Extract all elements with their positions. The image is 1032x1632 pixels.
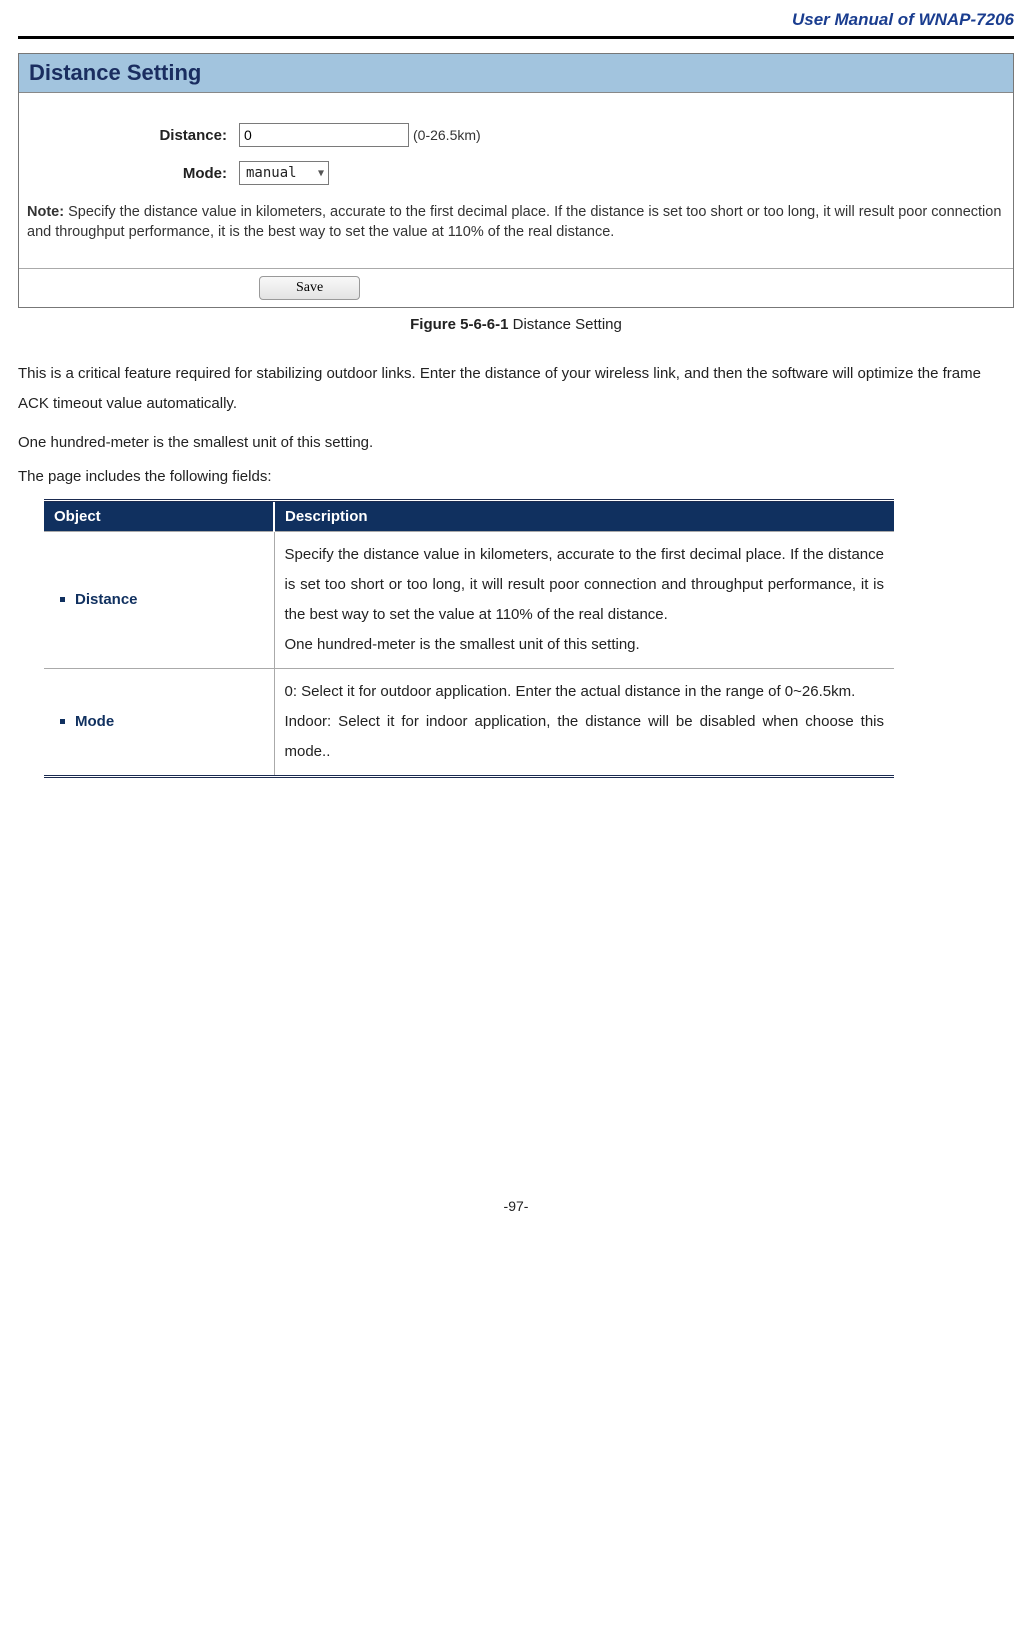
form-row-distance: Distance: (0-26.5km) [19, 123, 1013, 147]
table-row: Distance Specify the distance value in k… [44, 532, 894, 669]
mode-value: manual [246, 165, 297, 181]
panel-title: Distance Setting [19, 54, 1013, 93]
panel-footer: Save [19, 268, 1013, 307]
chevron-down-icon: ▼ [318, 168, 324, 179]
fields-table: Object Description Distance Specify the … [44, 499, 894, 778]
bullet-icon [60, 597, 65, 602]
distance-label: Distance: [79, 127, 239, 144]
table-header-row: Object Description [44, 501, 894, 532]
paragraph-1: This is a critical feature required for … [18, 359, 1014, 419]
object-cell: Distance [44, 532, 274, 669]
description-cell: Specify the distance value in kilometers… [274, 532, 894, 669]
mode-select[interactable]: manual ▼ [239, 161, 329, 185]
distance-input[interactable] [239, 123, 409, 147]
figure-title: Distance Setting [513, 316, 622, 333]
th-object: Object [44, 501, 274, 532]
panel-body: Distance: (0-26.5km) Mode: manual ▼ Note… [19, 93, 1013, 268]
object-name: Distance [75, 591, 138, 608]
note-label: Note: [27, 204, 64, 220]
distance-setting-panel: Distance Setting Distance: (0-26.5km) Mo… [18, 53, 1014, 308]
save-button[interactable]: Save [259, 276, 360, 300]
th-description: Description [274, 501, 894, 532]
object-name: Mode [75, 713, 114, 730]
page-number: -97- [18, 1198, 1014, 1214]
fields-table-wrap: Object Description Distance Specify the … [44, 499, 894, 778]
note-row: Note: Specify the distance value in kilo… [19, 199, 1013, 260]
form-row-mode: Mode: manual ▼ [19, 161, 1013, 185]
note-text: Specify the distance value in kilometers… [27, 204, 1001, 240]
table-row: Mode 0: Select it for outdoor applicatio… [44, 669, 894, 777]
distance-range-hint: (0-26.5km) [413, 127, 481, 143]
document-header: User Manual of WNAP-7206 [18, 10, 1014, 39]
description-cell: 0: Select it for outdoor application. En… [274, 669, 894, 777]
figure-caption: Figure 5-6-6-1 Distance Setting [18, 316, 1014, 333]
bullet-icon [60, 719, 65, 724]
paragraph-3: The page includes the following fields: [18, 465, 1014, 489]
mode-label: Mode: [79, 165, 239, 182]
doc-title: User Manual of WNAP-7206 [792, 10, 1014, 29]
paragraph-2: One hundred-meter is the smallest unit o… [18, 431, 1014, 455]
figure-number: Figure 5-6-6-1 [410, 316, 508, 333]
object-cell: Mode [44, 669, 274, 777]
